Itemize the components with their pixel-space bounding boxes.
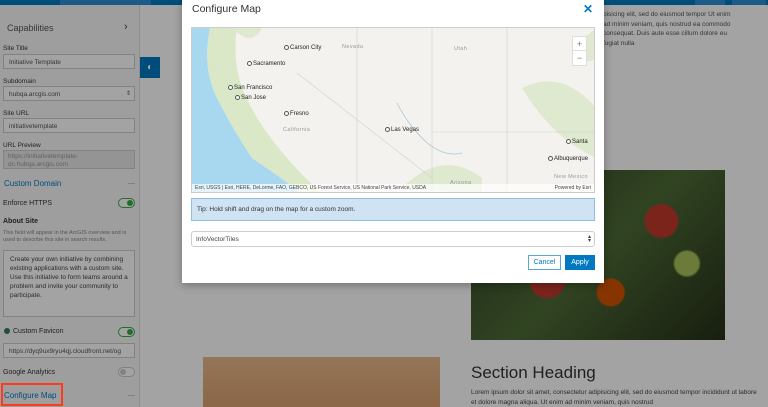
map-label-city: Las Vegas [385,127,419,133]
map-attribution: Esri, USGS | Esri, HERE, DeLorme, FAO, G… [192,184,594,192]
zoom-in-button[interactable]: + [573,37,586,51]
zoom-out-button[interactable]: − [577,53,582,63]
map-label-city: Sacramento [247,61,285,67]
apply-button[interactable]: Apply [565,255,595,270]
basemap-select[interactable]: InfoVectorTiles ▴ ▾ [191,231,595,247]
powered-by-esri[interactable]: Powered by Esri [555,185,591,191]
attribution-text: Esri, USGS | Esri, HERE, DeLorme, FAO, G… [195,185,427,191]
configure-map-dialog: Configure Map ✕ Carson City Sacramento S… [182,0,604,283]
tip-message: Tip: Hold shift and drag on the map for … [191,198,595,221]
map-basemap [192,28,594,192]
map-label-city: Santa [566,139,588,145]
basemap-select-value: InfoVectorTiles [196,236,239,243]
map-label-state: California [283,127,311,133]
dialog-title: Configure Map [192,3,261,15]
cancel-button[interactable]: Cancel [528,255,561,270]
map-view[interactable]: Carson City Sacramento San Francisco San… [191,27,595,193]
map-label-city: San Francisco [228,85,272,91]
select-arrows-icon: ▴ ▾ [587,234,591,244]
close-icon[interactable]: ✕ [583,2,593,16]
map-label-state: Nevada [342,44,364,50]
map-label-state: New Mexico [554,174,588,180]
highlight-box [1,383,63,406]
map-zoom-control: + − [572,36,587,66]
map-label-city: San Jose [235,95,266,101]
map-label-city: Fresno [284,111,309,117]
map-label-state: Utah [454,46,468,52]
map-label-city: Albuquerque [548,156,588,162]
map-label-city: Carson City [284,45,321,51]
